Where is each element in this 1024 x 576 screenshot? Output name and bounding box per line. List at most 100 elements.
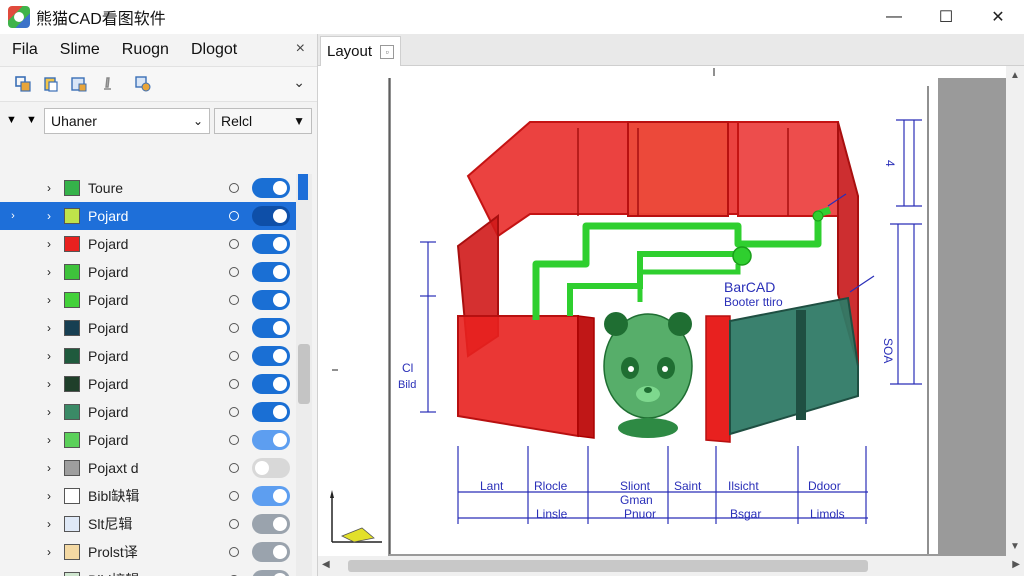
layer-current-radio[interactable] xyxy=(229,547,239,557)
layers-save-icon[interactable] xyxy=(68,73,90,95)
canvas-horizontal-scrollbar[interactable]: ◀ ▶ xyxy=(318,556,1024,576)
layer-current-radio[interactable] xyxy=(229,379,239,389)
chevron-right-icon[interactable]: › xyxy=(40,433,58,447)
layer-color-swatch[interactable] xyxy=(64,236,80,252)
layer-row[interactable]: › Pojard xyxy=(0,258,296,286)
layer-current-radio[interactable] xyxy=(229,463,239,473)
layer-row[interactable]: › Pojard xyxy=(0,314,296,342)
layer-row[interactable]: › Slt尼辑 xyxy=(0,510,296,538)
layer-color-swatch[interactable] xyxy=(64,572,80,576)
menu-file[interactable]: Fila xyxy=(12,41,38,59)
canvas-vertical-scrollbar[interactable]: ▲ ▼ xyxy=(1006,66,1024,556)
collapse-all-icon[interactable]: ▼ xyxy=(6,114,17,126)
chevron-right-icon[interactable]: › xyxy=(40,517,58,531)
layer-row[interactable]: › Pojard xyxy=(0,342,296,370)
chevron-right-icon[interactable]: › xyxy=(40,405,58,419)
chevron-right-icon[interactable]: › xyxy=(40,349,58,363)
layer-visibility-toggle[interactable] xyxy=(252,318,290,338)
layer-visibility-toggle[interactable] xyxy=(252,542,290,562)
layer-color-swatch[interactable] xyxy=(64,264,80,280)
layers-paste-icon[interactable] xyxy=(40,73,62,95)
drawing-canvas[interactable]: BarCAD Booter ttiro Cl Bild 4 SOA Lant R… xyxy=(318,66,1006,556)
scroll-left-icon[interactable]: ◀ xyxy=(322,559,330,570)
layer-current-radio[interactable] xyxy=(229,183,239,193)
chevron-right-icon[interactable]: › xyxy=(40,293,58,307)
layer-visibility-toggle[interactable] xyxy=(252,346,290,366)
layer-row[interactable]: › Pojard xyxy=(0,286,296,314)
chevron-right-icon[interactable]: › xyxy=(40,181,58,195)
layer-current-radio[interactable] xyxy=(229,351,239,361)
layer-current-radio[interactable] xyxy=(229,295,239,305)
menu-dlogot[interactable]: Dlogot xyxy=(191,41,237,59)
chevron-right-icon[interactable]: › xyxy=(40,377,58,391)
layer-visibility-toggle[interactable] xyxy=(252,570,290,576)
layer-visibility-toggle[interactable] xyxy=(252,234,290,254)
scroll-up-icon[interactable]: ▲ xyxy=(1010,70,1020,81)
layer-filter-select[interactable]: Uhaner ⌄ xyxy=(44,108,210,134)
chevron-right-icon[interactable]: › xyxy=(40,461,58,475)
layer-row[interactable]: › Pojard xyxy=(0,426,296,454)
chevron-right-icon[interactable]: › xyxy=(40,489,58,503)
layer-current-radio[interactable] xyxy=(229,491,239,501)
layer-visibility-toggle[interactable] xyxy=(252,262,290,282)
layer-row[interactable]: › Pojard xyxy=(0,398,296,426)
close-window-button[interactable]: ✕ xyxy=(972,0,1024,34)
layer-color-swatch[interactable] xyxy=(64,292,80,308)
filter-dropdown-icon[interactable]: ▼ xyxy=(26,114,37,126)
chevron-right-icon[interactable]: › xyxy=(40,545,58,559)
layer-color-swatch[interactable] xyxy=(64,180,80,196)
layer-state-select[interactable]: Relcl ▼ xyxy=(214,108,312,134)
toolbar-overflow-icon[interactable]: ⌄ xyxy=(293,74,305,91)
chevron-right-icon[interactable]: › xyxy=(40,209,58,223)
layer-row[interactable]: › Pojard xyxy=(0,370,296,398)
layer-visibility-toggle[interactable] xyxy=(252,178,290,198)
layer-current-radio[interactable] xyxy=(229,519,239,529)
layer-row[interactable]: › Toure xyxy=(0,174,296,202)
layer-color-swatch[interactable] xyxy=(64,404,80,420)
layer-current-radio[interactable] xyxy=(229,267,239,277)
layer-visibility-toggle[interactable] xyxy=(252,514,290,534)
layer-row[interactable]: › Pojard xyxy=(0,230,296,258)
layer-row[interactable]: ›Bibl接辑 xyxy=(0,566,296,576)
layer-visibility-toggle[interactable] xyxy=(252,486,290,506)
layer-row[interactable]: › › Pojard xyxy=(0,202,296,230)
layer-color-swatch[interactable] xyxy=(64,544,80,560)
layer-visibility-toggle[interactable] xyxy=(252,206,290,226)
menu-ruogn[interactable]: Ruogn xyxy=(122,41,169,59)
hscroll-thumb[interactable] xyxy=(348,560,868,572)
layer-visibility-toggle[interactable] xyxy=(252,402,290,422)
layer-color-swatch[interactable] xyxy=(64,208,80,224)
layer-color-swatch[interactable] xyxy=(64,432,80,448)
maximize-button[interactable]: ☐ xyxy=(920,0,972,34)
layer-current-radio[interactable] xyxy=(229,323,239,333)
tab-close-icon[interactable]: ▫ xyxy=(380,45,395,59)
layers-copy-icon[interactable] xyxy=(12,73,34,95)
layer-current-radio[interactable] xyxy=(229,211,239,221)
menu-slime[interactable]: Slime xyxy=(60,41,100,59)
layer-current-radio[interactable] xyxy=(229,407,239,417)
panel-close-button[interactable]: × xyxy=(296,40,305,58)
layer-settings-icon[interactable] xyxy=(132,73,154,95)
chevron-right-icon[interactable]: › xyxy=(40,265,58,279)
layer-row[interactable]: › Prolst译 xyxy=(0,538,296,566)
tab-layout[interactable]: Layout ▫ xyxy=(320,36,402,66)
chevron-right-icon[interactable]: › xyxy=(40,321,58,335)
layer-visibility-toggle[interactable] xyxy=(252,458,290,478)
layer-current-radio[interactable] xyxy=(229,239,239,249)
scroll-right-icon[interactable]: ▶ xyxy=(1012,559,1020,570)
layer-visibility-toggle[interactable] xyxy=(252,374,290,394)
layer-list-scrollbar[interactable] xyxy=(296,174,312,576)
layer-row[interactable]: › Bibl缺辑 xyxy=(0,482,296,510)
layer-visibility-toggle[interactable] xyxy=(252,430,290,450)
scroll-down-icon[interactable]: ▼ xyxy=(1010,541,1020,552)
scrollbar-thumb[interactable] xyxy=(298,344,310,404)
layer-current-radio[interactable] xyxy=(229,435,239,445)
layer-color-swatch[interactable] xyxy=(64,460,80,476)
layer-color-swatch[interactable] xyxy=(64,516,80,532)
chevron-right-icon[interactable]: › xyxy=(40,237,58,251)
layer-visibility-toggle[interactable] xyxy=(252,290,290,310)
layer-color-swatch[interactable] xyxy=(64,488,80,504)
layer-color-swatch[interactable] xyxy=(64,320,80,336)
minimize-button[interactable]: — xyxy=(868,0,920,34)
layer-row[interactable]: › Pojaxt d xyxy=(0,454,296,482)
